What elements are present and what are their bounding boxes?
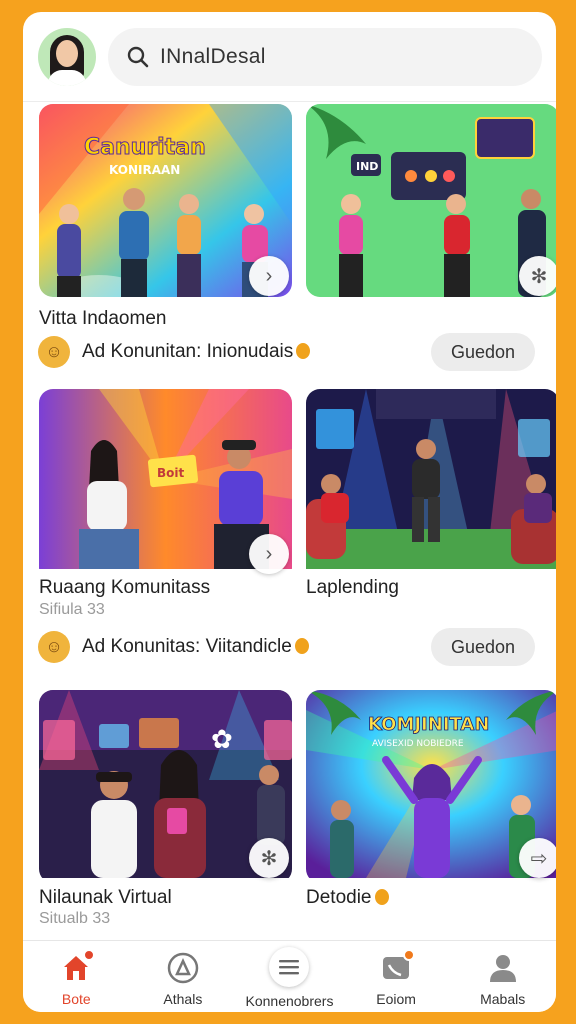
compass-icon bbox=[166, 951, 200, 985]
home-icon bbox=[59, 949, 96, 985]
pin-icon bbox=[294, 638, 309, 654]
menu-icon bbox=[269, 947, 310, 987]
card-image-3-sign: Boit bbox=[157, 466, 185, 480]
card-image-4[interactable] bbox=[306, 389, 556, 582]
chat-icon bbox=[379, 949, 416, 985]
card-image-6-title: KOMJINITAN bbox=[368, 714, 489, 735]
chevron-right-icon[interactable]: › bbox=[249, 256, 289, 296]
nav-item-home[interactable]: Bote bbox=[23, 941, 130, 1012]
ad-row-1: ☺ Ad Konunitan: Inionudais Guedon bbox=[38, 332, 535, 372]
settings-icon[interactable]: ✻ bbox=[249, 838, 289, 878]
card-image-1-text: Canuritan bbox=[84, 135, 206, 160]
pin-icon bbox=[374, 889, 389, 905]
chevron-right-icon[interactable]: › bbox=[249, 534, 289, 574]
search-icon bbox=[127, 46, 149, 68]
card-title-6[interactable]: Detodie bbox=[306, 887, 389, 909]
header-divider bbox=[23, 101, 556, 102]
bottom-navigation: Bote Athals Konnenobrers Eoiom Mabals bbox=[23, 940, 556, 1012]
ad-text-1: Ad Konunitan: Inionudais bbox=[82, 341, 311, 363]
nav-item-eoiom[interactable]: Eoiom bbox=[343, 941, 450, 1012]
nav-label-konnenobrers: Konnenobrers bbox=[245, 993, 334, 1009]
app-screen: INnalDesal Canuritan KONIRAAN › Vitta In… bbox=[23, 12, 556, 1012]
card-image-2[interactable]: IND ✻ bbox=[306, 104, 556, 297]
card-image-3[interactable]: Boit › bbox=[39, 389, 292, 582]
nav-label-mabals: Mabals bbox=[480, 991, 526, 1007]
svg-text:✿: ✿ bbox=[211, 724, 233, 754]
card-title-5[interactable]: Nilaunak Virtual bbox=[39, 887, 172, 909]
header: INnalDesal bbox=[23, 12, 556, 102]
card-title-4[interactable]: Laplending bbox=[306, 577, 399, 599]
card-image-2-sign: IND bbox=[356, 160, 378, 173]
card-image-6[interactable]: KOMJINITAN AVISEXID NOBIEDRE ⇨ bbox=[306, 690, 556, 883]
ad-text-2: Ad Konunitas: Viitandicle bbox=[82, 636, 309, 658]
nav-item-mabals[interactable]: Mabals bbox=[449, 941, 556, 1012]
card-title-3[interactable]: Ruaang Komunitass bbox=[39, 577, 210, 599]
search-bar[interactable]: INnalDesal bbox=[108, 28, 542, 86]
svg-text:KONIRAAN: KONIRAAN bbox=[109, 163, 180, 177]
notification-badge bbox=[83, 949, 96, 961]
card-image-5[interactable]: ✿ ✻ bbox=[39, 690, 292, 883]
search-input[interactable]: INnalDesal bbox=[160, 45, 266, 69]
profile-icon bbox=[486, 951, 520, 985]
card-image-6-subtitle: AVISEXID NOBIEDRE bbox=[372, 739, 464, 749]
smiley-icon: ☺ bbox=[38, 631, 70, 663]
settings-icon[interactable]: ✻ bbox=[519, 256, 556, 296]
share-icon[interactable]: ⇨ bbox=[519, 838, 556, 878]
smiley-icon: ☺ bbox=[38, 336, 70, 368]
ad-row-2: ☺ Ad Konunitas: Viitandicle Guedon bbox=[38, 627, 535, 667]
card-subtitle-3: Sifiula 33 bbox=[39, 601, 105, 618]
card-title-1[interactable]: Vitta Indaomen bbox=[39, 308, 166, 330]
card-image-1[interactable]: Canuritan KONIRAAN › bbox=[39, 104, 292, 297]
pin-icon bbox=[296, 343, 311, 359]
card-subtitle-5: Situalb 33 bbox=[39, 910, 111, 927]
notification-badge bbox=[403, 949, 416, 961]
avatar[interactable] bbox=[38, 28, 96, 86]
ad-button-1[interactable]: Guedon bbox=[431, 333, 535, 371]
nav-label-home: Bote bbox=[61, 991, 91, 1007]
nav-item-athals[interactable]: Athals bbox=[130, 941, 237, 1012]
ad-button-2[interactable]: Guedon bbox=[431, 628, 535, 666]
nav-item-konnenobrers[interactable]: Konnenobrers bbox=[236, 941, 343, 1012]
nav-label-eoiom: Eoiom bbox=[376, 991, 416, 1007]
nav-label-athals: Athals bbox=[163, 991, 203, 1007]
